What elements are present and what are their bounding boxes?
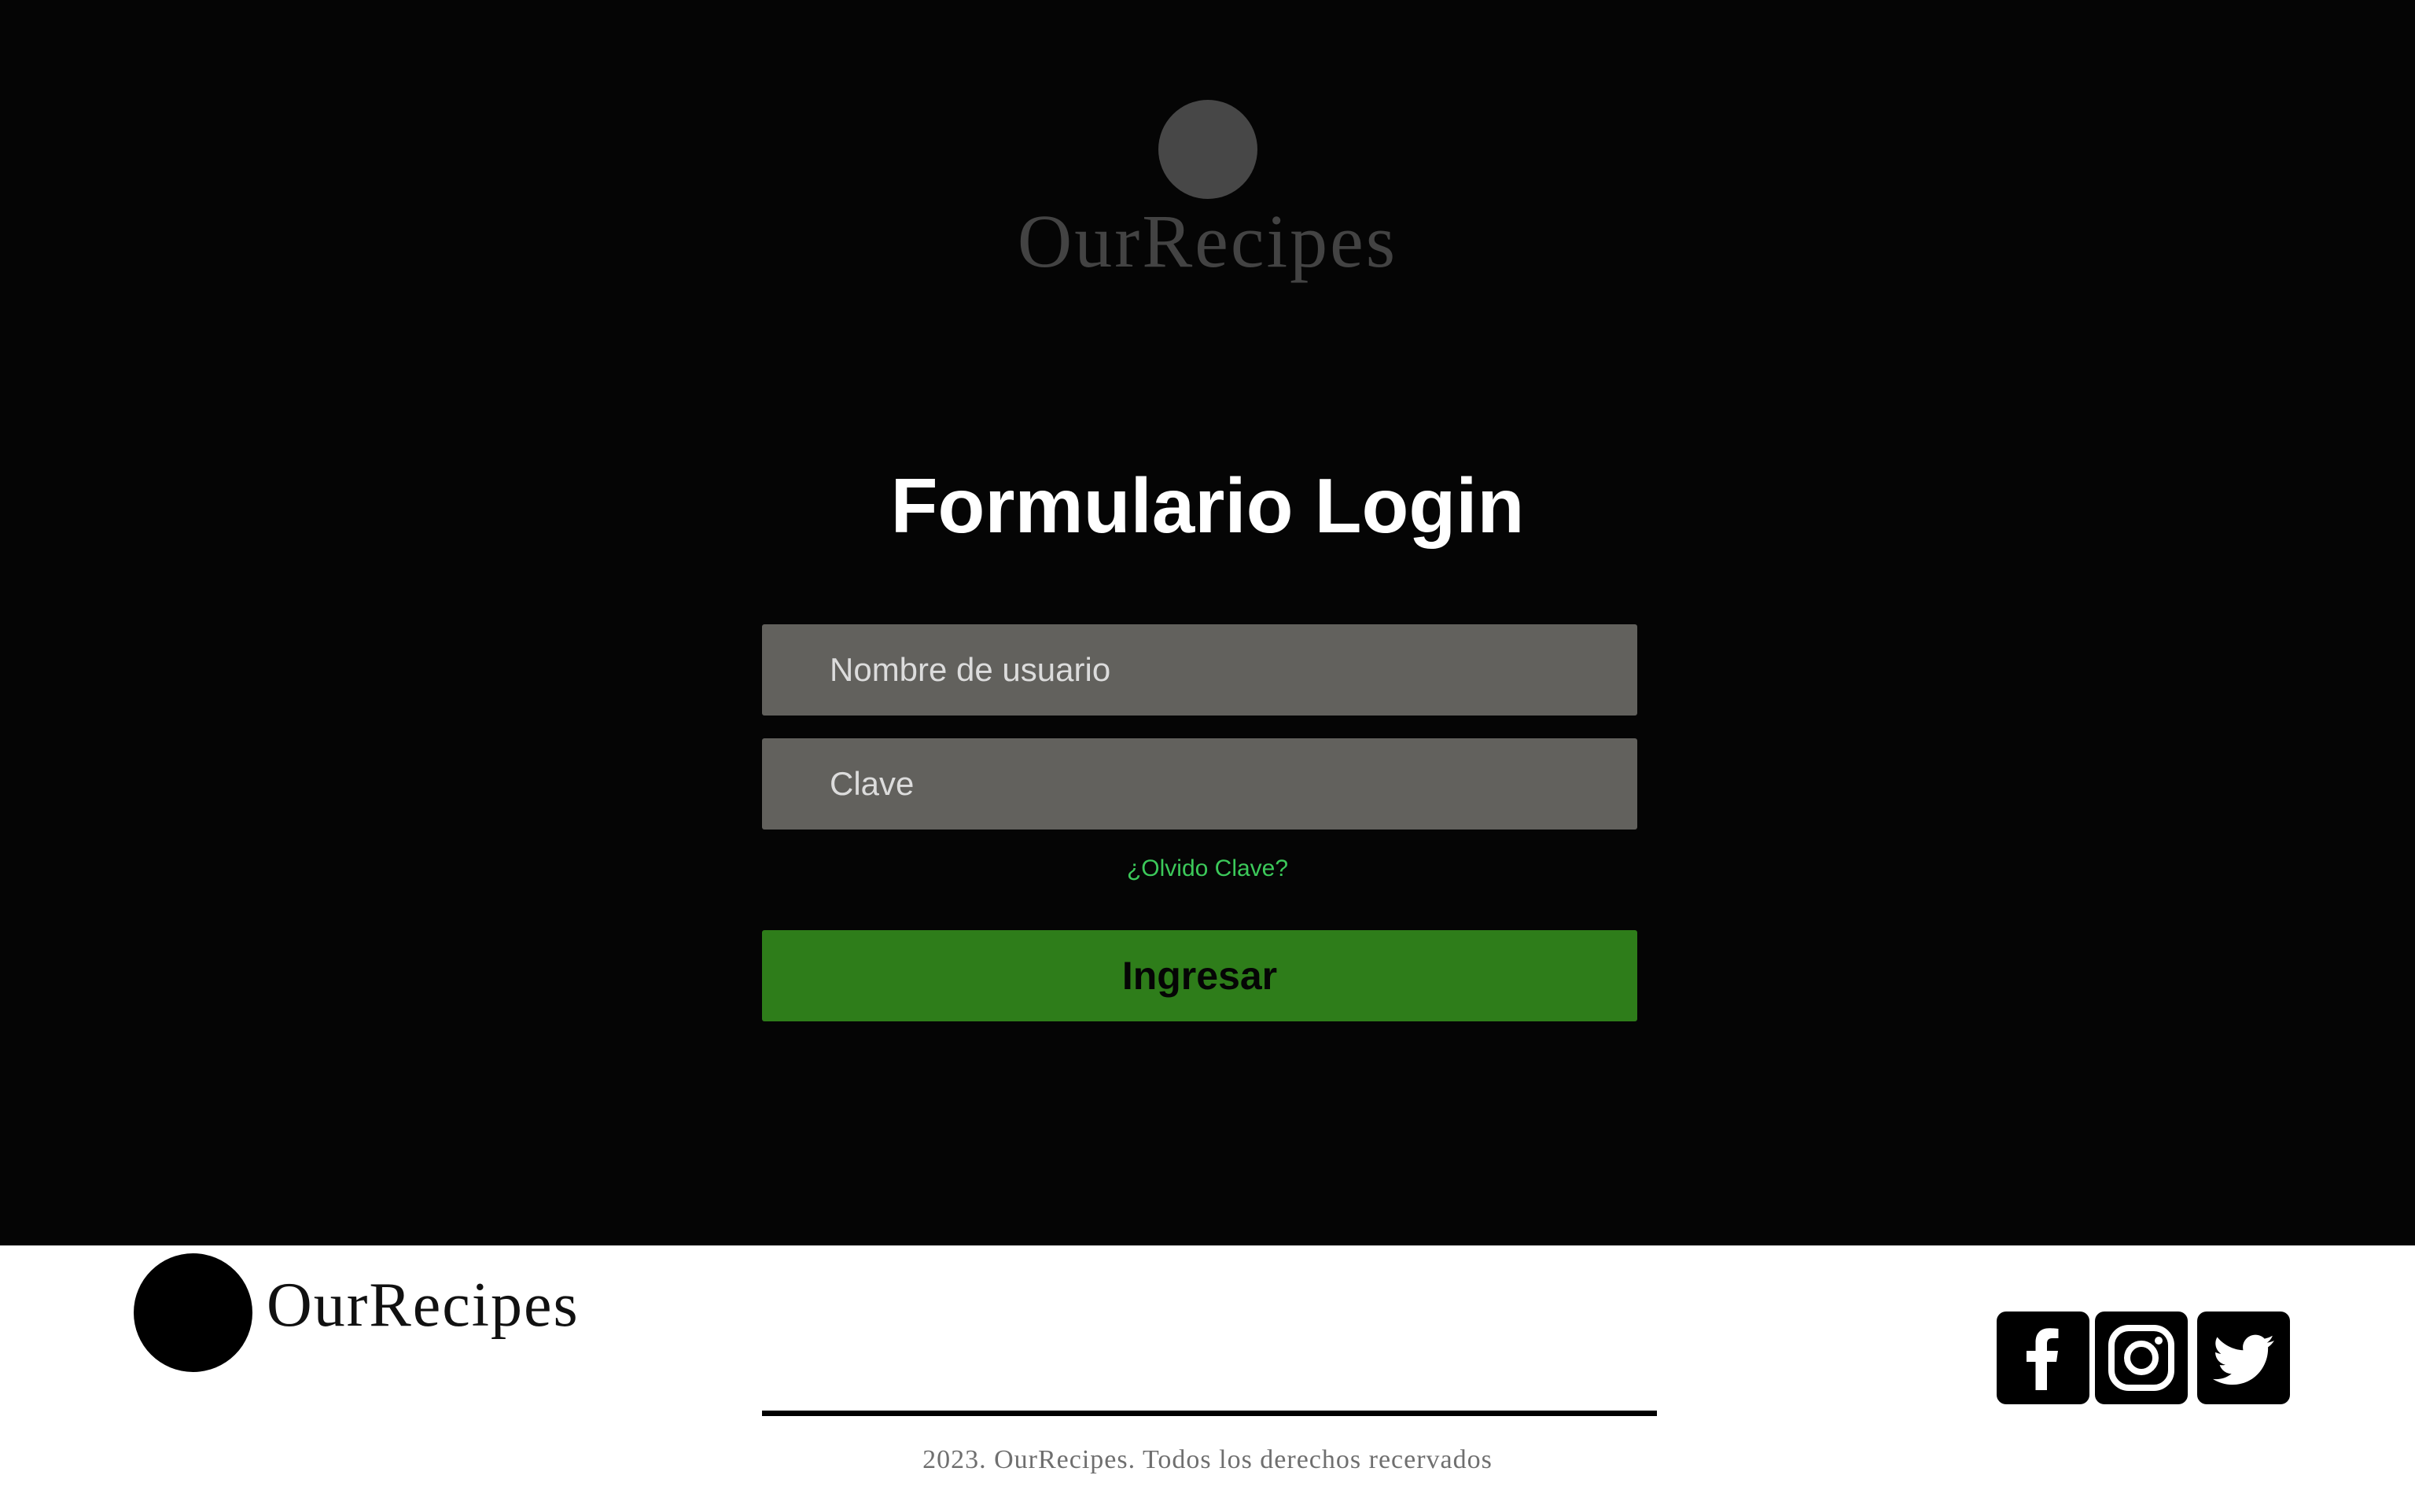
footer-logo-text: OurRecipes bbox=[267, 1271, 580, 1340]
twitter-glyph bbox=[2213, 1334, 2274, 1385]
copyright-text: 2023. OurRecipes. Todos los derechos rec… bbox=[922, 1445, 1493, 1474]
instagram-glyph bbox=[2108, 1325, 2174, 1391]
username-placeholder: Nombre de usuario bbox=[830, 651, 1111, 688]
facebook-glyph bbox=[2027, 1328, 2059, 1390]
footer-divider bbox=[762, 1411, 1657, 1416]
username-input[interactable]: Nombre de usuario bbox=[762, 624, 1637, 716]
footer: OurRecipes 2023. OurRecipes. Todos los d… bbox=[0, 1245, 2415, 1512]
password-input[interactable]: Clave bbox=[762, 738, 1637, 830]
forgot-password-link[interactable]: ¿Olvido Clave? bbox=[0, 852, 2415, 886]
header-logo-text: OurRecipes bbox=[1017, 199, 1398, 283]
logo-circle bbox=[1158, 100, 1257, 199]
login-button[interactable]: Ingresar bbox=[762, 930, 1637, 1021]
instagram-icon[interactable] bbox=[2095, 1312, 2188, 1404]
facebook-icon[interactable] bbox=[1997, 1312, 2089, 1404]
password-placeholder: Clave bbox=[830, 765, 915, 802]
twitter-icon[interactable] bbox=[2197, 1312, 2290, 1404]
form-title: Formulario Login bbox=[890, 462, 1525, 549]
footer-logo-circle bbox=[134, 1253, 252, 1372]
login-section: OurRecipes Formulario Login Nombre de us… bbox=[0, 0, 2415, 1245]
